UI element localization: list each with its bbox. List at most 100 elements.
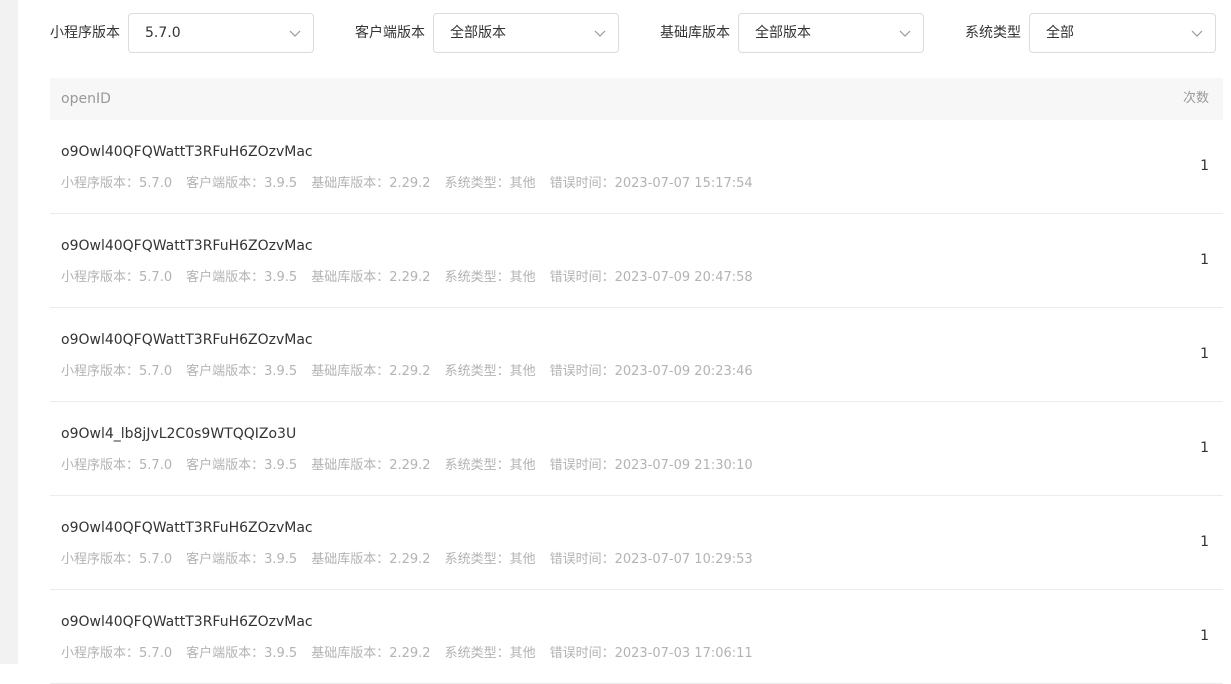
base-lib-version-meta: 基础库版本：2.29.2: [311, 548, 430, 567]
mini-program-version-meta-label: 小程序版本：: [61, 270, 140, 285]
row-meta: 小程序版本：5.7.0 客户端版本：3.9.5 基础库版本：2.29.2 系统类型：其…: [61, 360, 767, 379]
client-version-meta-label: 客户端版本：: [186, 458, 265, 473]
mini-program-version-meta: 小程序版本：5.7.0: [61, 266, 172, 285]
error-time-meta-label: 错误时间：: [549, 176, 615, 191]
system-type-meta-label: 系统类型：: [444, 364, 510, 379]
system-type-meta-value: 其他: [509, 176, 536, 191]
system-type-label: 系统类型: [965, 25, 1021, 41]
client-version-meta: 客户端版本：3.9.5: [186, 548, 297, 567]
left-rail: [0, 0, 18, 664]
error-time-meta: 错误时间：2023-07-07 15:17:54: [550, 172, 753, 191]
system-type-meta: 系统类型：其他: [445, 266, 536, 285]
base-lib-version-meta: 基础库版本：2.29.2: [311, 172, 430, 191]
error-time-meta-value: 2023-07-07 15:17:54: [614, 176, 753, 191]
client-version-meta: 客户端版本：3.9.5: [186, 642, 297, 661]
mini-program-version-meta-value: 5.7.0: [139, 458, 173, 473]
system-type-meta-label: 系统类型：: [444, 270, 510, 285]
mini-program-version-meta-label: 小程序版本：: [61, 458, 140, 473]
system-type-meta-label: 系统类型：: [444, 458, 510, 473]
row-count: 1: [1200, 534, 1209, 550]
table-row[interactable]: o9Owl40QFQWattT3RFuH6ZOzvMac 小程序版本：5.7.0 客…: [50, 496, 1223, 590]
client-version-select[interactable]: 全部版本: [433, 13, 619, 53]
client-version-meta: 客户端版本：3.9.5: [186, 454, 297, 473]
chevron-down-icon: [1191, 30, 1203, 37]
client-version-value: 全部版本: [450, 25, 506, 41]
chevron-down-icon: [899, 30, 911, 37]
base-lib-version-meta: 基础库版本：2.29.2: [311, 266, 430, 285]
error-time-meta-label: 错误时间：: [549, 270, 615, 285]
client-version-meta: 客户端版本：3.9.5: [186, 360, 297, 379]
system-type-select[interactable]: 全部: [1029, 13, 1216, 53]
base-lib-version-meta-value: 2.29.2: [389, 364, 431, 379]
client-version-label: 客户端版本: [355, 25, 425, 41]
row-openid: o9Owl4_lb8jJvL2C0s9WTQQIZo3U: [61, 426, 297, 442]
system-type-meta: 系统类型：其他: [445, 454, 536, 473]
client-version-meta: 客户端版本：3.9.5: [186, 172, 297, 191]
client-version-meta-label: 客户端版本：: [186, 364, 265, 379]
mini-program-version-meta-label: 小程序版本：: [61, 176, 140, 191]
client-version-meta-value: 3.9.5: [264, 458, 298, 473]
table-header: openID 次数: [50, 78, 1223, 120]
table-row[interactable]: o9Owl40QFQWattT3RFuH6ZOzvMac 小程序版本：5.7.0 客…: [50, 214, 1223, 308]
table-row[interactable]: o9Owl40QFQWattT3RFuH6ZOzvMac 小程序版本：5.7.0 客…: [50, 590, 1223, 684]
table-row[interactable]: o9Owl4_lb8jJvL2C0s9WTQQIZo3U 小程序版本：5.7.0 客…: [50, 402, 1223, 496]
client-version-meta-label: 客户端版本：: [186, 552, 265, 567]
system-type-value: 全部: [1046, 25, 1074, 41]
base-lib-version-meta-label: 基础库版本：: [311, 646, 390, 661]
mini-program-version-meta: 小程序版本：5.7.0: [61, 642, 172, 661]
system-type-meta: 系统类型：其他: [445, 360, 536, 379]
row-count: 1: [1200, 252, 1209, 268]
row-meta: 小程序版本：5.7.0 客户端版本：3.9.5 基础库版本：2.29.2 系统类型：其…: [61, 642, 767, 661]
base-lib-version-value: 全部版本: [755, 25, 811, 41]
base-lib-version-meta-label: 基础库版本：: [311, 270, 390, 285]
table-row[interactable]: o9Owl40QFQWattT3RFuH6ZOzvMac 小程序版本：5.7.0 客…: [50, 308, 1223, 402]
mini-program-version-meta-value: 5.7.0: [139, 646, 173, 661]
base-lib-version-meta-label: 基础库版本：: [311, 552, 390, 567]
client-version-meta-label: 客户端版本：: [186, 646, 265, 661]
system-type-meta-value: 其他: [509, 364, 536, 379]
system-type-meta: 系统类型：其他: [445, 172, 536, 191]
error-time-meta: 错误时间：2023-07-09 20:23:46: [550, 360, 753, 379]
column-header-count: 次数: [1182, 91, 1209, 106]
row-meta: 小程序版本：5.7.0 客户端版本：3.9.5 基础库版本：2.29.2 系统类型：其…: [61, 548, 767, 567]
base-lib-version-meta: 基础库版本：2.29.2: [311, 642, 430, 661]
base-lib-version-select[interactable]: 全部版本: [738, 13, 924, 53]
system-type-meta-label: 系统类型：: [444, 552, 510, 567]
table-row[interactable]: o9Owl40QFQWattT3RFuH6ZOzvMac 小程序版本：5.7.0 客…: [50, 120, 1223, 214]
system-type-meta-value: 其他: [509, 270, 536, 285]
mini-program-version-meta-label: 小程序版本：: [61, 552, 140, 567]
client-version-meta: 客户端版本：3.9.5: [186, 266, 297, 285]
mini-program-version-meta: 小程序版本：5.7.0: [61, 172, 172, 191]
row-meta: 小程序版本：5.7.0 客户端版本：3.9.5 基础库版本：2.29.2 系统类型：其…: [61, 266, 767, 285]
row-count: 1: [1200, 628, 1209, 644]
row-openid: o9Owl40QFQWattT3RFuH6ZOzvMac: [61, 144, 313, 160]
mini-program-version-select[interactable]: 5.7.0: [128, 13, 314, 53]
error-time-meta: 错误时间：2023-07-09 20:47:58: [550, 266, 753, 285]
filter-bar: 小程序版本 5.7.0 客户端版本 全部版本 基础库版本 全部版本 系统类型 全…: [50, 13, 1216, 53]
error-time-meta-label: 错误时间：: [549, 458, 615, 473]
system-type-meta-value: 其他: [509, 458, 536, 473]
system-type-meta-label: 系统类型：: [444, 176, 510, 191]
base-lib-version-meta-label: 基础库版本：: [311, 176, 390, 191]
row-openid: o9Owl40QFQWattT3RFuH6ZOzvMac: [61, 520, 313, 536]
column-header-openid: openID: [61, 91, 111, 107]
error-time-meta-label: 错误时间：: [549, 364, 615, 379]
row-meta: 小程序版本：5.7.0 客户端版本：3.9.5 基础库版本：2.29.2 系统类型：其…: [61, 454, 767, 473]
client-version-meta-label: 客户端版本：: [186, 270, 265, 285]
row-count: 1: [1200, 158, 1209, 174]
mini-program-version-meta-value: 5.7.0: [139, 270, 173, 285]
mini-program-version-meta: 小程序版本：5.7.0: [61, 454, 172, 473]
mini-program-version-meta: 小程序版本：5.7.0: [61, 548, 172, 567]
base-lib-version-meta-label: 基础库版本：: [311, 364, 390, 379]
row-openid: o9Owl40QFQWattT3RFuH6ZOzvMac: [61, 238, 313, 254]
base-lib-version-meta-label: 基础库版本：: [311, 458, 390, 473]
system-type-meta: 系统类型：其他: [445, 642, 536, 661]
client-version-meta-label: 客户端版本：: [186, 176, 265, 191]
client-version-meta-value: 3.9.5: [264, 646, 298, 661]
mini-program-version-meta-value: 5.7.0: [139, 364, 173, 379]
row-openid: o9Owl40QFQWattT3RFuH6ZOzvMac: [61, 614, 313, 630]
mini-program-version-label: 小程序版本: [50, 25, 120, 41]
error-time-meta: 错误时间：2023-07-07 10:29:53: [550, 548, 753, 567]
base-lib-version-meta: 基础库版本：2.29.2: [311, 454, 430, 473]
chevron-down-icon: [289, 30, 301, 37]
